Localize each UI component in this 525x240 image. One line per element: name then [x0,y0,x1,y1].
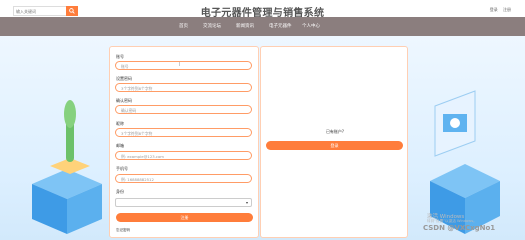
nav-news[interactable]: 新闻资讯 [236,23,254,29]
account-input[interactable]: 账号 [115,61,252,70]
confirm-password-input[interactable]: 确认密码 [115,105,252,114]
nickname-placeholder: 3个字符到8个字符 [121,130,153,136]
label-email: 邮箱 [116,143,124,148]
role-select[interactable]: ▾ [115,198,252,207]
email-placeholder: 例: example@123.com [121,153,164,159]
label-password: 设置密码 [116,76,132,81]
login-panel: 已有账户? 登录 [260,46,408,238]
nav-forum[interactable]: 交流论坛 [203,23,221,29]
account-placeholder: 账号 [121,63,129,69]
login-button[interactable]: 登录 [266,141,403,150]
nav-profile[interactable]: 个人中心 [302,23,320,29]
left-illustration [32,100,102,234]
register-panel: 账号 账号 I 设置密码 3个字符到8个字符 确认密码 确认密码 昵称 3个字符… [109,46,259,238]
email-input[interactable]: 例: example@123.com [115,151,252,160]
label-account: 账号 [116,54,124,59]
label-role: 身份 [116,189,124,194]
text-cursor-icon: I [179,62,181,68]
password-placeholder: 3个字符到8个字符 [121,85,153,91]
top-bar: 电子元器件管理与销售系统 登录 注册 [0,0,525,19]
password-input[interactable]: 3个字符到8个字符 [115,83,252,92]
right-illustration [430,90,500,234]
login-link[interactable]: 登录 [490,7,498,12]
phone-input[interactable]: 例: 16888882512 [115,174,252,183]
phone-placeholder: 例: 16888882512 [121,176,154,182]
label-phone: 手机号 [116,166,128,171]
label-confirm-password: 确认密码 [116,98,132,103]
forgot-password-link[interactable]: 忘记密码 [116,228,130,233]
auth-links: 登录 注册 [486,7,511,13]
csdn-watermark: CSDN @VXCxgNo1 [423,224,496,232]
register-button[interactable]: 注册 [116,213,253,222]
nickname-input[interactable]: 3个字符到8个字符 [115,128,252,137]
login-prompt: 已有账户? [325,129,345,134]
chevron-down-icon: ▾ [245,200,248,205]
confirm-password-placeholder: 确认密码 [121,107,137,113]
nav-home[interactable]: 首页 [179,23,188,29]
register-link[interactable]: 注册 [503,7,511,12]
label-nickname: 昵称 [116,121,124,126]
main-nav: 首页 交流论坛 新闻资讯 电子元器件 个人中心 [0,17,525,36]
nav-components[interactable]: 电子元器件 [269,23,292,29]
